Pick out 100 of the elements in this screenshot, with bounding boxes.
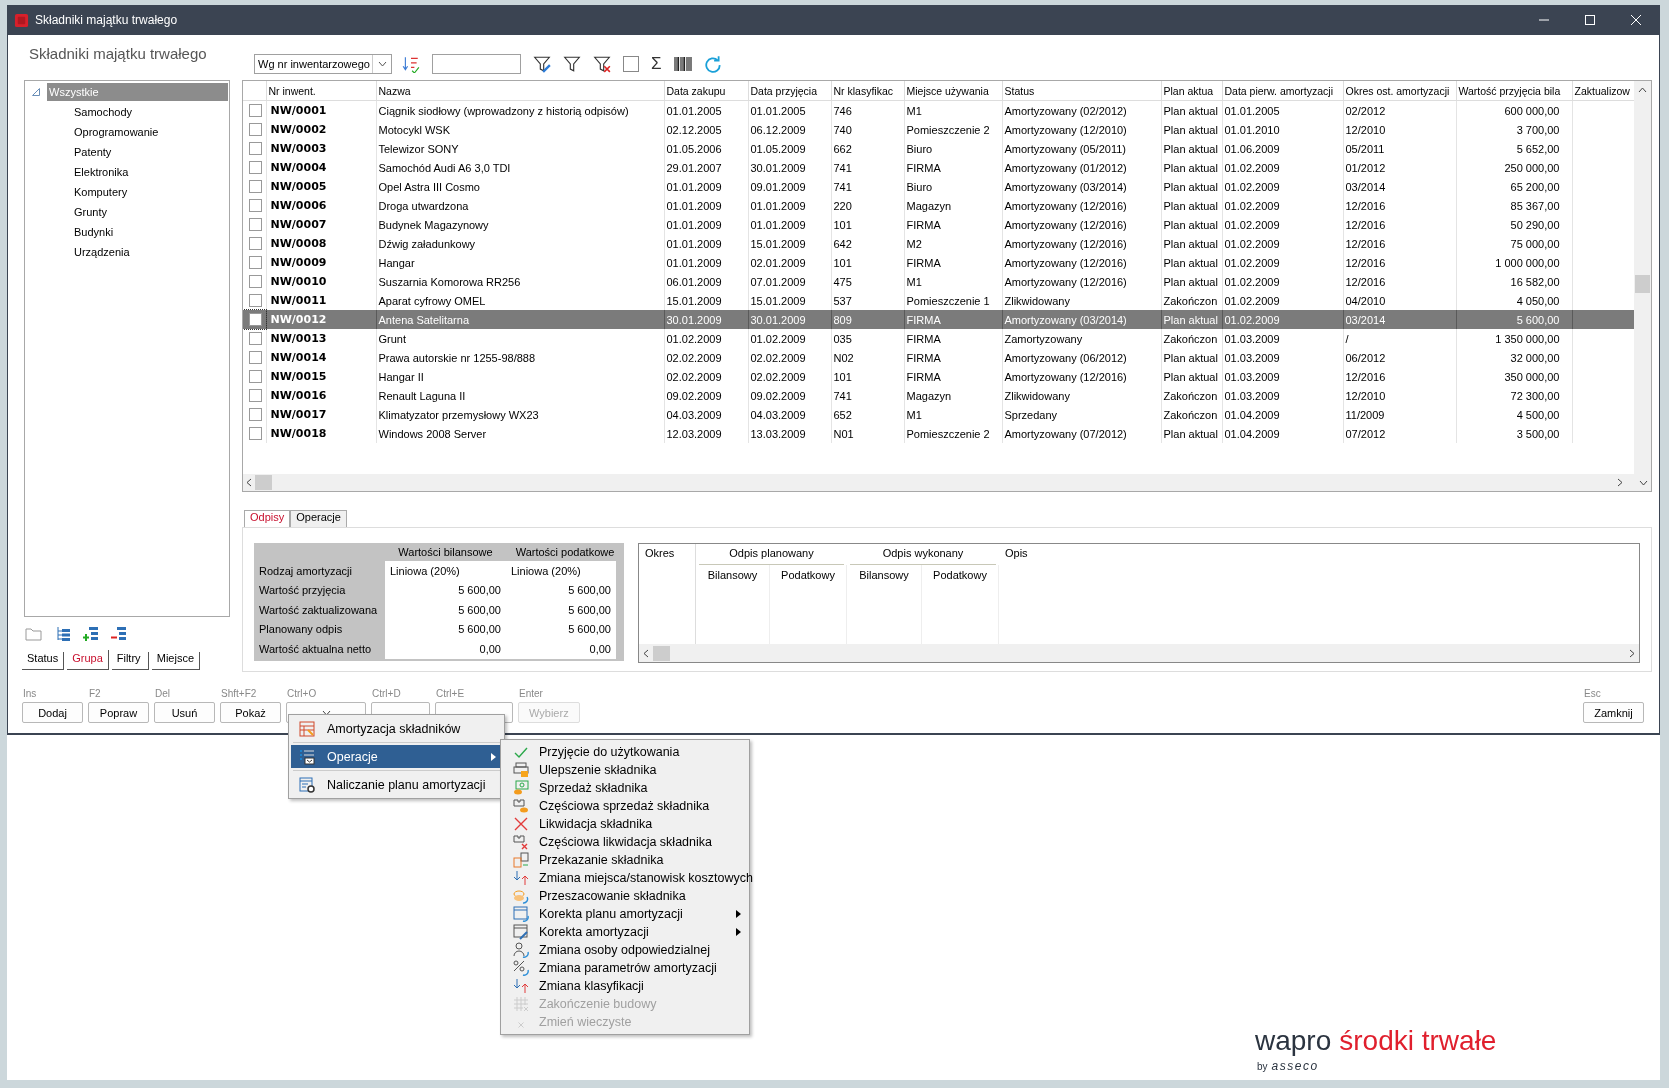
column-header[interactable]: Nr inwent. — [266, 81, 376, 101]
button[interactable]: Dodaj — [22, 702, 83, 723]
table-row[interactable]: NW/0017 Klimatyzator przemysłowy WX23 04.03.2009 04.03.2009 652 M1 Sprzedany Zakończon 01.04.2009 11/2009 4 500,00 — [243, 405, 1634, 424]
column-header[interactable]: Miejsce używania — [904, 81, 1002, 101]
checkbox[interactable] — [249, 180, 262, 193]
sum-icon[interactable]: Σ — [651, 54, 662, 73]
sort-dropdown[interactable]: Wg nr inwentarzowego — [254, 53, 392, 74]
scrollbar-thumb[interactable] — [255, 475, 272, 490]
button[interactable]: Pokaż — [220, 702, 281, 723]
filter-clear-icon[interactable] — [593, 54, 611, 73]
close-icon[interactable] — [1631, 15, 1641, 25]
tab[interactable]: Status — [22, 652, 65, 670]
tree-icon[interactable] — [55, 626, 71, 642]
column-header[interactable]: Plan aktua — [1161, 81, 1222, 101]
table-row[interactable]: NW/0010 Suszarnia Komorowa RR256 06.01.2009 07.01.2009 475 M1 Amortyzowany (12/2016) Plan aktual 01.02.2009 12/2016 16 582,00 — [243, 272, 1634, 291]
tree-item[interactable]: Urządzenia — [72, 243, 132, 261]
scroll-left-icon[interactable] — [246, 478, 252, 487]
checkbox[interactable] — [249, 275, 262, 288]
table-row[interactable]: NW/0007 Budynek Magazynowy 01.01.2009 01.01.2009 101 FIRMA Amortyzowany (12/2016) Plan aktual 01.02.2009 12/2016 50 290,00 — [243, 215, 1634, 234]
checkbox[interactable] — [249, 104, 262, 117]
checkbox[interactable] — [249, 123, 262, 136]
tab[interactable]: Grupa — [67, 650, 109, 670]
tree-item[interactable]: Budynki — [72, 223, 116, 241]
table-row[interactable]: NW/0014 Prawa autorskie nr 1255-98/888 02.02.2009 02.02.2009 N02 FIRMA Amortyzowany (06/2012) Plan aktual 01.03.2009 06/2012 32 000,00 — [243, 348, 1634, 367]
checkbox[interactable] — [249, 237, 262, 250]
checkbox[interactable] — [249, 408, 262, 421]
tree-item[interactable]: Komputery — [72, 183, 130, 201]
table-row[interactable]: NW/0001 Ciągnik siodłowy (wprowadzony z historią odpisów) 01.01.2005 01.01.2005 746 M1 Amortyzowany (02/2012) Plan aktual 01.01.2005 02/2012 600 000,00 — [243, 100, 1634, 120]
scroll-right-icon[interactable] — [1629, 648, 1635, 658]
menu-item[interactable]: Likwidacja składnika — [503, 815, 747, 833]
tree-item[interactable]: Patenty — [72, 143, 114, 161]
search-field[interactable] — [432, 53, 521, 74]
checkbox-icon[interactable] — [623, 55, 639, 72]
checkbox[interactable] — [249, 294, 262, 307]
menu-item[interactable]: Zmiana osoby odpowiedzialnej — [503, 941, 747, 959]
scroll-down-icon[interactable] — [1639, 479, 1648, 486]
menu-item[interactable]: Przyjęcie do użytkowania — [503, 743, 747, 761]
menu-item[interactable]: Korekta amortyzacji — [503, 923, 747, 941]
barcode-icon[interactable] — [673, 55, 692, 72]
tree-item[interactable]: Grunty — [72, 203, 109, 221]
tree-item[interactable]: Oprogramowanie — [72, 123, 161, 141]
filter-icon[interactable] — [563, 54, 581, 73]
button[interactable]: Zamknij — [1583, 702, 1644, 723]
menu-item[interactable]: Przekazanie składnika — [503, 851, 747, 869]
menu-item[interactable]: Korekta planu amortyzacji — [503, 905, 747, 923]
column-header[interactable]: Data przyjęcia — [748, 81, 831, 101]
filter-edit-icon[interactable] — [533, 54, 551, 73]
tab[interactable]: Odpisy — [244, 510, 291, 527]
checkbox[interactable] — [249, 142, 262, 155]
table-row[interactable]: NW/0004 Samochód Audi A6 3,0 TDI 29.01.2007 30.01.2009 741 FIRMA Amortyzowany (01/2012) Plan aktual 01.02.2009 01/2012 250 000,00 — [243, 158, 1634, 177]
table-row[interactable]: NW/0008 Dźwig załadunkowy 01.01.2009 15.01.2009 642 M2 Amortyzowany (12/2016) Plan aktual 01.02.2009 12/2016 75 000,00 — [243, 234, 1634, 253]
sort-icon[interactable] — [402, 54, 420, 73]
expanded-icon[interactable] — [32, 88, 40, 96]
checkbox[interactable] — [249, 199, 262, 212]
menu-item[interactable]: Zmiana klasyfikacji — [503, 977, 747, 995]
tree-remove-icon[interactable] — [111, 626, 127, 642]
checkbox[interactable] — [249, 218, 262, 231]
table-row[interactable]: NW/0013 Grunt 01.02.2009 01.02.2009 035 FIRMA Zamortyzowany Zakończon 01.03.2009 / 1 350 000,00 — [243, 329, 1634, 348]
scroll-left-icon[interactable] — [643, 648, 649, 658]
table-row[interactable]: NW/0016 Renault Laguna II 09.02.2009 09.02.2009 741 Magazyn Zlikwidowany Zakończon 01.03.2009 12/2010 72 300,00 — [243, 386, 1634, 405]
menu-item[interactable]: Zmiana parametrów amortyzacji — [503, 959, 747, 977]
table-row[interactable]: NW/0018 Windows 2008 Server 12.03.2009 13.03.2009 N01 Pomieszczenie 2 Amortyzowany (07/2012) Plan aktual 01.04.2009 07/2012 3 500,00 — [243, 424, 1634, 443]
folder-icon[interactable] — [25, 626, 43, 642]
column-header[interactable]: Nr klasyfikac — [831, 81, 904, 101]
table-row[interactable]: NW/0015 Hangar II 02.02.2009 02.02.2009 101 FIRMA Amortyzowany (12/2016) Plan aktual 01.03.2009 12/2016 350 000,00 — [243, 367, 1634, 386]
checkbox[interactable] — [249, 427, 262, 440]
menu-item[interactable]: Sprzedaż składnika — [503, 779, 747, 797]
checkbox[interactable] — [249, 389, 262, 402]
menu-item[interactable]: Przeszacowanie składnika — [503, 887, 747, 905]
scroll-right-icon[interactable] — [1617, 478, 1623, 487]
table-row[interactable]: NW/0006 Droga utwardzona 01.01.2009 01.01.2009 220 Magazyn Amortyzowany (12/2016) Plan aktual 01.02.2009 12/2016 85 367,00 — [243, 196, 1634, 215]
tab[interactable]: Operacje — [290, 510, 347, 527]
column-header[interactable]: Okres ost. amortyzacji — [1343, 81, 1456, 101]
column-header[interactable]: Nazwa — [376, 81, 664, 101]
checkbox[interactable] — [249, 313, 262, 326]
scrollbar-thumb[interactable] — [653, 645, 670, 661]
column-header[interactable]: Data zakupu — [664, 81, 748, 101]
menu-item[interactable]: Częściowa sprzedaż składnika — [503, 797, 747, 815]
menu-item[interactable]: Amortyzacja składników — [291, 717, 502, 740]
table-row[interactable]: NW/0012 Antena Satelitarna 30.01.2009 30.01.2009 809 FIRMA Amortyzowany (03/2014) Plan aktual 01.02.2009 03/2014 5 600,00 — [243, 310, 1634, 329]
column-header[interactable]: Wartość przyjęcia bila — [1456, 81, 1572, 101]
table-row[interactable]: NW/0003 Telewizor SONY 01.05.2006 01.05.2009 662 Biuro Amortyzowany (05/2011) Plan aktual 01.06.2009 05/2011 5 652,00 — [243, 139, 1634, 158]
menu-item[interactable]: Częściowa likwidacja składnika — [503, 833, 747, 851]
checkbox[interactable] — [249, 332, 262, 345]
checkbox[interactable] — [249, 370, 262, 383]
tree-add-icon[interactable] — [83, 626, 99, 642]
menu-item[interactable]: Operacje — [291, 745, 502, 768]
tree-item[interactable]: Samochody — [72, 103, 135, 121]
scroll-up-icon[interactable] — [1638, 87, 1647, 93]
table-row[interactable]: NW/0009 Hangar 01.01.2009 02.01.2009 101 FIRMA Amortyzowany (12/2016) Plan aktual 01.02.2009 12/2016 1 000 000,00 — [243, 253, 1634, 272]
refresh-icon[interactable] — [703, 54, 722, 73]
maximize-icon[interactable] — [1585, 15, 1595, 25]
column-header[interactable]: Status — [1002, 81, 1161, 101]
checkbox[interactable] — [249, 161, 262, 174]
table-row[interactable]: NW/0002 Motocykl WSK 02.12.2005 06.12.2009 740 Pomieszczenie 2 Amortyzowany (12/2010) Plan aktual 01.01.2010 12/2010 3 700,00 — [243, 120, 1634, 139]
checkbox[interactable] — [249, 256, 262, 269]
table-row[interactable]: NW/0005 Opel Astra III Cosmo 01.01.2009 09.01.2009 741 Biuro Amortyzowany (03/2014) Plan aktual 01.02.2009 03/2014 65 200,00 — [243, 177, 1634, 196]
tree-item[interactable]: Elektronika — [72, 163, 131, 181]
menu-item[interactable]: Naliczanie planu amortyzacji — [291, 773, 502, 796]
scrollbar-thumb[interactable] — [1635, 275, 1650, 293]
